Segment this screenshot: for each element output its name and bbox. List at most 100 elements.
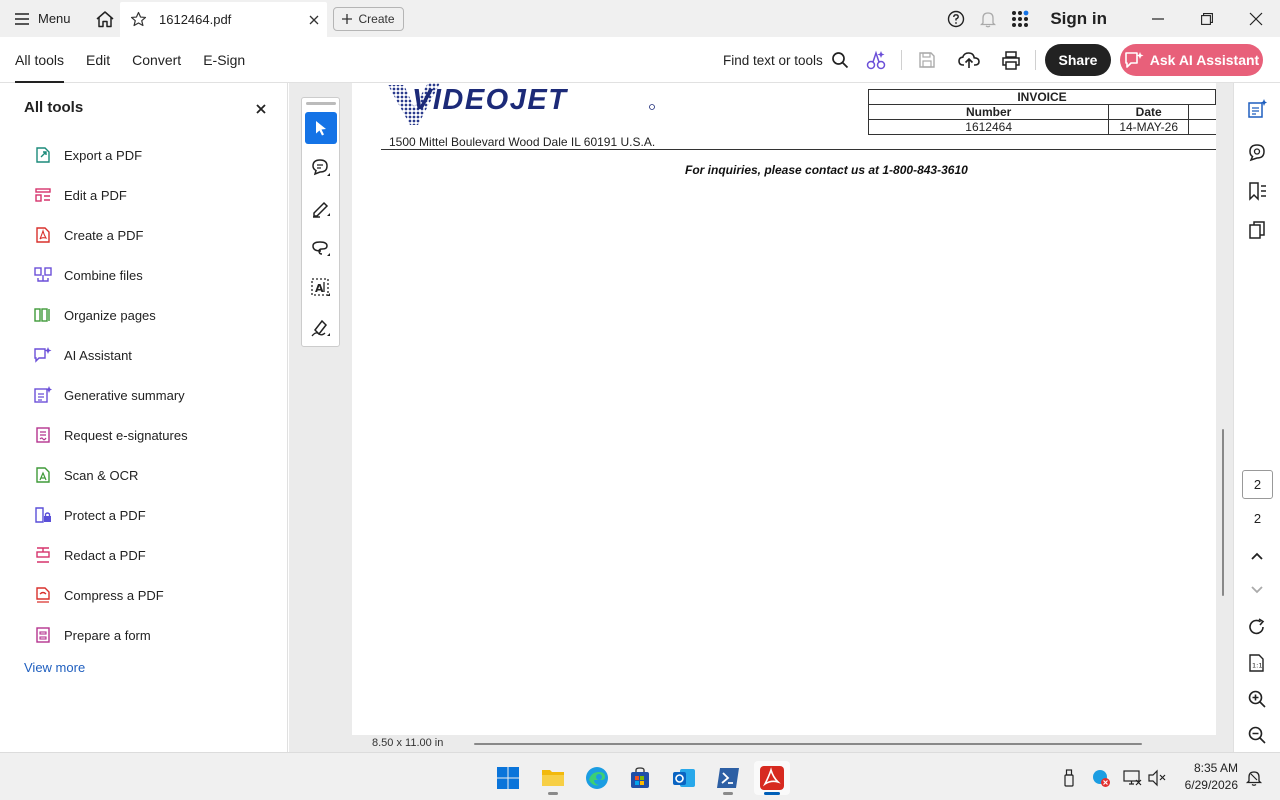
- restore-button[interactable]: [1182, 0, 1231, 37]
- zoom-in-icon[interactable]: [1245, 687, 1269, 711]
- horizontal-scrollbar[interactable]: [474, 743, 1142, 745]
- minimize-button[interactable]: [1133, 0, 1182, 37]
- usb-device-icon[interactable]: [1058, 767, 1080, 789]
- highlight-button[interactable]: [305, 192, 337, 224]
- view-more-link[interactable]: View more: [24, 660, 85, 675]
- document-tab[interactable]: 1612464.pdf: [120, 2, 327, 37]
- tool-scan-ocr[interactable]: Scan & OCR: [34, 463, 138, 487]
- windows-logo-icon: [496, 766, 520, 790]
- select-tool-button[interactable]: [305, 112, 337, 144]
- draw-button[interactable]: [305, 232, 337, 264]
- edge-browser-icon: [585, 766, 609, 790]
- menu-button[interactable]: Menu: [0, 0, 85, 37]
- total-pages: 2: [1253, 511, 1262, 526]
- add-text-button[interactable]: A: [305, 272, 337, 304]
- tool-label: Request e-signatures: [64, 427, 188, 443]
- cursor-arrow-icon: [314, 120, 328, 136]
- tool-create-pdf[interactable]: Create a PDF: [34, 223, 143, 247]
- current-page-input[interactable]: 2: [1242, 470, 1273, 499]
- tab-esign[interactable]: E-Sign: [203, 37, 245, 83]
- page-info-bar: 8.50 x 11.00 in: [352, 735, 1216, 752]
- taskbar-outlook[interactable]: [666, 761, 702, 795]
- ai-summary-panel-icon[interactable]: [1245, 97, 1269, 121]
- taskbar-file-explorer[interactable]: [535, 761, 571, 795]
- print-icon[interactable]: [996, 45, 1026, 75]
- volume-muted-icon[interactable]: [1146, 767, 1168, 789]
- home-icon: [95, 10, 115, 28]
- hamburger-icon: [14, 12, 30, 26]
- notifications-bell-icon[interactable]: [972, 0, 1004, 37]
- create-pdf-icon: [34, 226, 52, 244]
- inquiry-line: For inquiries, please contact us at 1-80…: [685, 163, 968, 177]
- vertical-scrollbar[interactable]: [1222, 429, 1224, 596]
- pages-panel-icon[interactable]: [1245, 218, 1269, 242]
- taskbar-acrobat[interactable]: [754, 761, 790, 795]
- start-button[interactable]: [490, 761, 526, 795]
- active-indicator: [764, 792, 780, 795]
- toolbar-separator: [901, 50, 902, 70]
- network-status-icon[interactable]: [1121, 767, 1143, 789]
- tool-protect-pdf[interactable]: Protect a PDF: [34, 503, 146, 527]
- create-button[interactable]: Create: [333, 7, 404, 31]
- cloud-upload-icon[interactable]: [954, 45, 984, 75]
- previous-page-chevron-up-icon[interactable]: [1245, 544, 1269, 568]
- find-label: Find text or tools: [723, 52, 823, 68]
- add-comment-button[interactable]: [305, 152, 337, 184]
- security-status-icon[interactable]: [1090, 767, 1112, 789]
- bookmarks-panel-icon[interactable]: [1245, 179, 1269, 203]
- comments-panel-icon[interactable]: [1245, 140, 1269, 164]
- svg-text:A: A: [315, 282, 324, 295]
- tool-generative-summary[interactable]: Generative summary: [34, 383, 185, 407]
- tool-label: Prepare a form: [64, 627, 151, 643]
- company-address: 1500 Mittel Boulevard Wood Dale IL 60191…: [389, 135, 656, 149]
- comment-icon: [310, 157, 332, 179]
- tool-label: Create a PDF: [64, 227, 144, 243]
- taskbar-store[interactable]: [622, 761, 658, 795]
- sign-button[interactable]: [305, 312, 337, 344]
- document-viewer[interactable]: A VIDEOJET 1500 Mittel Boulevard Wood Da…: [289, 83, 1233, 752]
- rotate-icon[interactable]: [1245, 615, 1269, 639]
- tab-convert[interactable]: Convert: [132, 37, 181, 83]
- taskbar-powershell[interactable]: [710, 761, 746, 795]
- ai-edit-icon[interactable]: [861, 45, 891, 75]
- sign-in-link[interactable]: Sign in: [1050, 9, 1107, 29]
- actual-size-icon[interactable]: 1:1: [1245, 651, 1269, 675]
- powershell-icon: [716, 767, 740, 789]
- notification-center-icon[interactable]: [1243, 767, 1265, 789]
- tool-combine-files[interactable]: Combine files: [34, 263, 143, 287]
- invoice-header-table: INVOICE Number Date 1612464 14-MAY-26: [867, 89, 1216, 135]
- share-button[interactable]: Share: [1045, 44, 1111, 76]
- prepare-form-icon: [34, 626, 52, 644]
- tool-edit-pdf[interactable]: Edit a PDF: [34, 183, 127, 207]
- system-clock[interactable]: 8:35 AM 6/29/2026: [1176, 760, 1238, 794]
- home-button[interactable]: [85, 0, 125, 37]
- tool-ai-assistant[interactable]: AI Assistant: [34, 343, 132, 367]
- taskbar-edge[interactable]: [579, 761, 615, 795]
- zoom-out-icon[interactable]: [1245, 723, 1269, 747]
- tool-label: Export a PDF: [64, 147, 143, 163]
- invoice-extra-cell: [1188, 119, 1216, 135]
- tool-prepare-form[interactable]: Prepare a form: [34, 623, 151, 647]
- right-rail: 2 2 1:1: [1233, 83, 1280, 752]
- tab-all-tools[interactable]: All tools: [15, 37, 65, 83]
- tool-export-pdf[interactable]: Export a PDF: [34, 143, 142, 167]
- tool-request-esignatures[interactable]: Request e-signatures: [34, 423, 188, 447]
- tool-compress-pdf[interactable]: Compress a PDF: [34, 583, 164, 607]
- close-panel-icon[interactable]: [252, 100, 270, 118]
- save-icon[interactable]: [912, 45, 942, 75]
- invoice-date: 14-MAY-26: [1108, 119, 1190, 135]
- help-icon[interactable]: [940, 0, 972, 37]
- next-page-chevron-down-icon[interactable]: [1245, 577, 1269, 601]
- close-window-button[interactable]: [1231, 0, 1280, 37]
- combine-files-icon: [34, 266, 52, 284]
- tool-organize-pages[interactable]: Organize pages: [34, 303, 156, 327]
- tool-label: Scan & OCR: [64, 467, 139, 483]
- drag-handle[interactable]: [306, 102, 336, 105]
- ask-ai-assistant-button[interactable]: Ask AI Assistant: [1120, 44, 1263, 76]
- tab-edit[interactable]: Edit: [86, 37, 110, 83]
- close-tab-icon[interactable]: [301, 7, 327, 33]
- star-icon[interactable]: [130, 11, 147, 28]
- tool-redact-pdf[interactable]: Redact a PDF: [34, 543, 146, 567]
- find-text-or-tools[interactable]: Find text or tools: [723, 37, 849, 83]
- apps-grid-icon[interactable]: [1004, 0, 1036, 37]
